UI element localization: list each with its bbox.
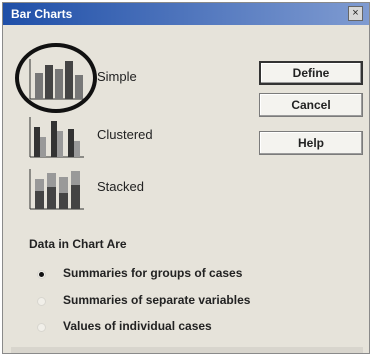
chart-option-clustered[interactable]: Clustered (27, 113, 207, 159)
radio-button[interactable] (37, 297, 46, 306)
chart-option-stacked[interactable]: Stacked (27, 165, 207, 211)
chart-option-simple[interactable]: Simple (15, 43, 207, 113)
radio-label: Summaries of separate variables (63, 293, 251, 307)
data-in-chart-label: Data in Chart Are (29, 237, 127, 251)
radio-label: Values of individual cases (63, 319, 212, 333)
radio-summaries-variables[interactable]: Summaries of separate variables (37, 293, 357, 313)
bar-charts-dialog: Bar Charts × Simple Clustered Stacked De… (2, 2, 370, 354)
close-button[interactable]: × (348, 6, 363, 21)
radio-button-selected[interactable] (37, 270, 46, 279)
chart-label-simple: Simple (97, 69, 137, 84)
help-button[interactable]: Help (259, 131, 363, 155)
window-title: Bar Charts (11, 7, 73, 21)
simple-bar-chart-icon[interactable] (27, 55, 87, 101)
cancel-button[interactable]: Cancel (259, 93, 363, 117)
radio-summaries-groups[interactable]: Summaries for groups of cases (37, 266, 357, 286)
radio-button[interactable] (37, 323, 46, 332)
stacked-bar-chart-icon[interactable] (27, 165, 87, 211)
define-button[interactable]: Define (259, 61, 363, 85)
clustered-bar-chart-icon[interactable] (27, 113, 87, 159)
title-bar[interactable]: Bar Charts × (3, 3, 369, 25)
chart-label-stacked: Stacked (97, 179, 144, 194)
close-icon: × (352, 7, 359, 19)
dialog-bottom-edge (11, 347, 363, 353)
radio-label: Summaries for groups of cases (63, 266, 243, 280)
radio-values-individual[interactable]: Values of individual cases (37, 319, 357, 339)
chart-label-clustered: Clustered (97, 127, 153, 142)
